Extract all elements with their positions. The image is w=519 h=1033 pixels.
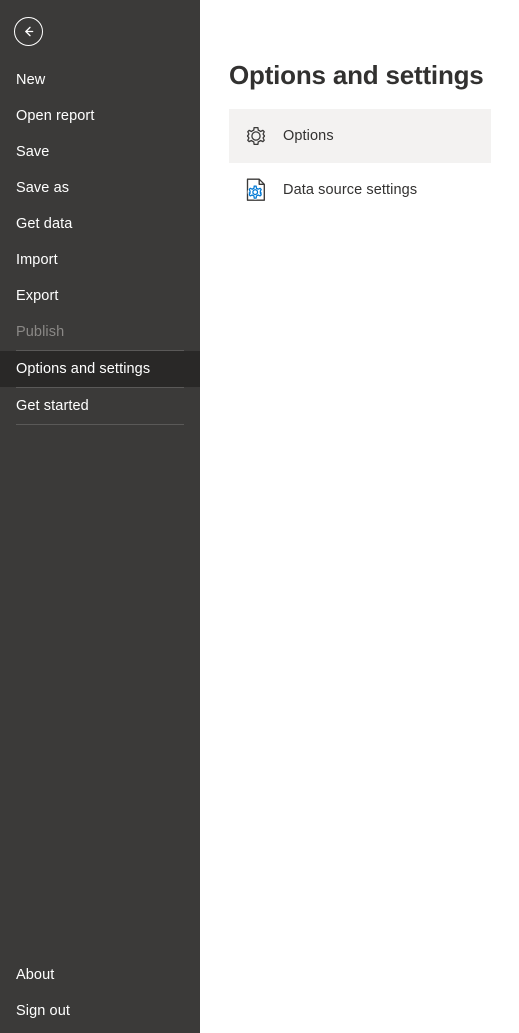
option-row-options[interactable]: Options bbox=[229, 109, 491, 163]
sidebar-item-label: Get started bbox=[16, 398, 89, 414]
sidebar-nav-list: New Open report Save Save as Get data Im… bbox=[0, 62, 200, 425]
sidebar-bottom-nav: About Sign out bbox=[0, 957, 200, 1033]
sidebar-item-label: Save bbox=[16, 144, 50, 160]
sidebar-item-export[interactable]: Export bbox=[0, 278, 200, 314]
back-arrow-icon bbox=[21, 24, 36, 39]
sidebar-item-open-report[interactable]: Open report bbox=[0, 98, 200, 134]
sidebar-item-save[interactable]: Save bbox=[0, 134, 200, 170]
sidebar-item-label: Import bbox=[16, 252, 58, 268]
option-label: Options bbox=[283, 128, 334, 144]
sidebar-item-publish: Publish bbox=[0, 314, 200, 350]
sidebar-item-label: Options and settings bbox=[16, 361, 151, 377]
sidebar-item-get-started[interactable]: Get started bbox=[0, 388, 200, 424]
sidebar: New Open report Save Save as Get data Im… bbox=[0, 0, 200, 1033]
sidebar-item-about[interactable]: About bbox=[0, 957, 200, 993]
page-title: Options and settings bbox=[229, 60, 484, 90]
sidebar-item-label: Get data bbox=[16, 216, 73, 232]
sidebar-item-new[interactable]: New bbox=[0, 62, 200, 98]
sidebar-item-label: Publish bbox=[16, 324, 65, 340]
options-list: Options Data source settings bbox=[229, 109, 491, 217]
sidebar-item-label: Export bbox=[16, 288, 59, 304]
sidebar-item-save-as[interactable]: Save as bbox=[0, 170, 200, 206]
sidebar-item-label: Open report bbox=[16, 108, 95, 124]
sidebar-item-label: New bbox=[16, 72, 46, 88]
option-label: Data source settings bbox=[283, 182, 418, 198]
sidebar-item-label: Sign out bbox=[16, 1003, 71, 1019]
document-gear-icon bbox=[229, 163, 283, 217]
option-row-data-source-settings[interactable]: Data source settings bbox=[229, 163, 491, 217]
sidebar-item-label: About bbox=[16, 967, 55, 983]
back-button[interactable] bbox=[14, 17, 43, 46]
main-content: Options and settings Options Data source… bbox=[200, 0, 519, 1033]
gear-icon bbox=[229, 109, 283, 163]
sidebar-item-label: Save as bbox=[16, 180, 70, 196]
sidebar-item-sign-out[interactable]: Sign out bbox=[0, 993, 200, 1029]
sidebar-separator bbox=[16, 424, 184, 425]
backstage-view: New Open report Save Save as Get data Im… bbox=[0, 0, 519, 1033]
sidebar-item-options-and-settings[interactable]: Options and settings bbox=[0, 351, 200, 387]
sidebar-item-import[interactable]: Import bbox=[0, 242, 200, 278]
sidebar-item-get-data[interactable]: Get data bbox=[0, 206, 200, 242]
